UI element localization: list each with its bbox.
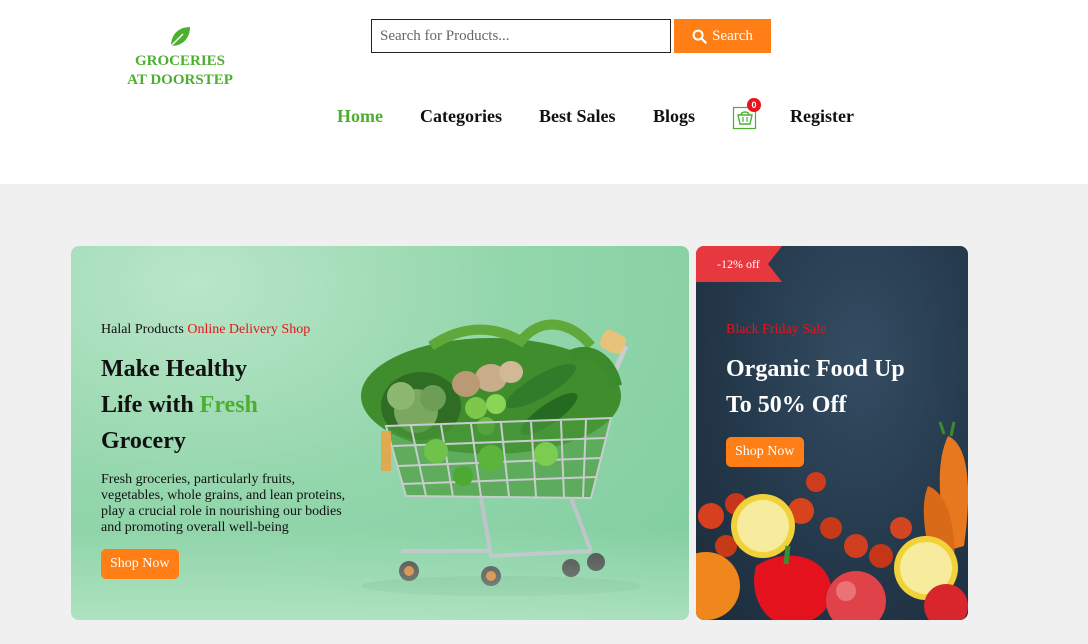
search-icon — [692, 29, 707, 44]
offer-title: Organic Food Up To 50% Off — [726, 351, 946, 423]
fruits-vegetables-illustration — [696, 421, 968, 620]
hero-banner: Halal Products Online Delivery Shop Make… — [71, 246, 689, 620]
nav-item-home[interactable]: Home — [337, 106, 383, 127]
logo-line-1: GROCERIES — [134, 53, 226, 69]
nav-item-blogs[interactable]: Blogs — [653, 106, 695, 127]
nav-item-best-sales[interactable]: Best Sales — [539, 106, 616, 127]
cart-count-badge: 0 — [747, 98, 761, 112]
hero-title-line-1: Make Healthy — [101, 356, 247, 382]
offer-shop-now-button[interactable]: Shop Now — [726, 437, 804, 467]
search-input[interactable] — [371, 19, 671, 53]
search-button[interactable]: Search — [674, 19, 771, 53]
hero-title-highlight: Fresh — [199, 392, 258, 418]
hero-description: Fresh groceries, particularly fruits, ve… — [101, 472, 346, 535]
offer-label: Black Friday Sale — [726, 322, 827, 337]
main-nav: Home Categories Best Sales Blogs Registe… — [0, 106, 1088, 130]
offer-title-line-2: To 50% Off — [726, 392, 847, 418]
hero-title-line-2: Life with Fresh — [101, 387, 341, 423]
hero-shop-now-button[interactable]: Shop Now — [101, 549, 179, 579]
logo-line-2: AT DOORSTEP — [127, 72, 233, 88]
search-button-label: Search — [712, 27, 753, 44]
logo[interactable]: GROCERIES AT DOORSTEP — [120, 24, 240, 90]
search-bar: Search — [371, 19, 771, 53]
discount-badge: -12% off — [717, 257, 760, 271]
nav-item-register[interactable]: Register — [790, 106, 854, 127]
nav-item-categories[interactable]: Categories — [420, 106, 502, 127]
hero-title-line-2-prefix: Life with — [101, 392, 194, 418]
offer-banner: -12% off Black Friday Sale Organic Food … — [696, 246, 968, 620]
hero-section: Halal Products Online Delivery Shop Make… — [0, 184, 1088, 644]
hero-tag-prefix: Halal Products — [101, 322, 184, 337]
hero-title: Make Healthy Life with Fresh Grocery — [101, 351, 341, 459]
hero-title-line-3: Grocery — [101, 428, 186, 454]
hero-tag-highlight: Online Delivery Shop — [187, 322, 311, 337]
hero-tagline: Halal Products Online Delivery Shop — [101, 322, 310, 338]
offer-title-line-1: Organic Food Up — [726, 356, 905, 382]
site-header: GROCERIES AT DOORSTEP Search Home Catego… — [0, 0, 1088, 184]
leaf-icon — [170, 27, 190, 47]
cart-button[interactable]: 0 — [732, 98, 761, 130]
